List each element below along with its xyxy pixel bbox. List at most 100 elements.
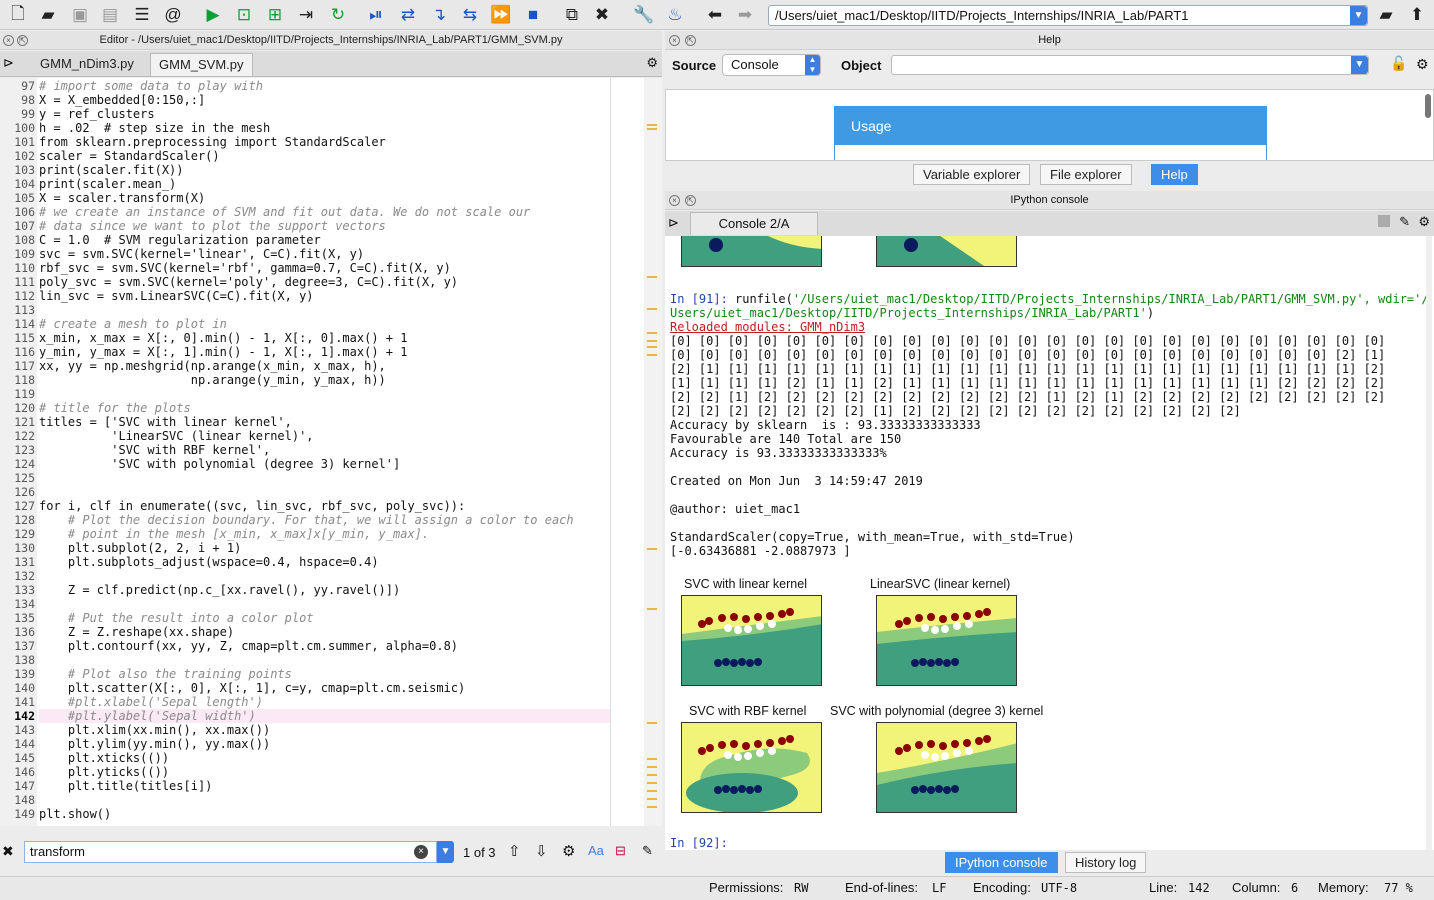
close-icon[interactable]: × [669, 35, 680, 46]
step-return-icon[interactable]: ⇆ [458, 3, 482, 27]
back-arrow-icon[interactable]: ⬅ [703, 3, 727, 27]
tab-console-2a[interactable]: Console 2/A [690, 212, 818, 235]
line-number: 115 [14, 331, 35, 345]
usage-title: Usage [835, 107, 1266, 145]
editor-title-bar: × ⇱ Editor - /Users/uiet_mac1/Desktop/II… [0, 31, 662, 50]
marker [647, 124, 657, 126]
run-cell-advance-icon[interactable]: ⊞ [263, 3, 287, 27]
step-into-icon[interactable]: ↴ [427, 3, 451, 27]
forward-arrow-icon[interactable]: ➡ [733, 3, 757, 27]
tab-gmm-ndim3[interactable]: GMM_nDim3.py [32, 53, 142, 76]
gear-icon[interactable]: ⚙ [562, 842, 575, 860]
debug-icon[interactable]: ⏯ [364, 3, 388, 27]
save-all-icon[interactable]: ▤ [98, 3, 122, 27]
at-icon[interactable]: @ [161, 3, 185, 27]
encoding-value: UTF-8 [1041, 881, 1078, 895]
undock-icon[interactable]: ⇱ [685, 195, 696, 206]
marker [647, 758, 657, 760]
console-scrollbar[interactable] [1426, 236, 1432, 850]
code-editor[interactable]: 97 98 99 100 101 102 103 104 105 106 107 108 109 110 1… [0, 78, 610, 826]
tab-variable-explorer[interactable]: Variable explorer [913, 164, 1031, 185]
gear-icon[interactable]: ⚙ [1418, 214, 1430, 230]
stop-icon[interactable] [1378, 215, 1390, 227]
line-number: 106 [14, 205, 35, 219]
highlight-icon[interactable]: ✎ [642, 843, 653, 859]
stop-icon[interactable]: ■ [521, 3, 545, 27]
code-line: #plt.ylabel('Sepal width') [39, 709, 610, 723]
undock-icon[interactable]: ⇱ [685, 35, 696, 46]
rerun-icon[interactable]: ↻ [326, 3, 350, 27]
tab-help[interactable]: Help [1151, 164, 1198, 185]
continue-icon[interactable]: ⏩ [489, 3, 513, 27]
clear-icon[interactable]: × [414, 845, 428, 859]
tab-gmm-svm[interactable]: GMM_SVM.py [150, 53, 253, 76]
line-number: 149 [14, 807, 35, 821]
line-number: 121 [14, 415, 35, 429]
code-line: # Plot the decision boundary. For that, … [39, 513, 574, 527]
lock-icon[interactable]: 🔓 [1390, 55, 1407, 72]
browse-folder-icon[interactable]: ▰ [1374, 3, 1398, 27]
chevron-down-icon[interactable]: ▼ [1351, 56, 1368, 74]
chevron-down-icon[interactable]: ▼ [1350, 6, 1367, 25]
permissions-label: Permissions: [709, 880, 784, 895]
editor-overview-ruler[interactable] [644, 78, 662, 826]
undock-icon[interactable]: ⇱ [17, 35, 28, 46]
run-selection-icon[interactable]: ⇥ [294, 3, 318, 27]
help-scrollbar[interactable] [1425, 94, 1431, 118]
line-number: 144 [14, 737, 35, 751]
wrench-icon[interactable]: 🔧 [632, 3, 656, 27]
source-select[interactable]: Console ▲ ▼ [722, 54, 821, 76]
open-folder-icon[interactable]: ▰ [36, 3, 60, 27]
accuracy-line: Accuracy is 93.33333333333333% [670, 446, 887, 460]
author-line: @author: uiet_mac1 [670, 502, 801, 516]
find-previous-icon[interactable]: ⇧ [508, 842, 521, 860]
python-icon[interactable]: ♨ [663, 3, 687, 27]
console-output[interactable]: In [91]: runfile('/Users/uiet_mac1/Deskt… [665, 236, 1434, 850]
line-number: 125 [14, 471, 35, 485]
new-file-icon[interactable]: 🗋 [6, 3, 30, 27]
tab-history-log[interactable]: History log [1065, 852, 1147, 873]
tab-file-explorer[interactable]: File explorer [1040, 164, 1132, 185]
case-sensitive-toggle[interactable]: Aa [588, 843, 604, 858]
gear-icon[interactable]: ⚙ [1416, 56, 1429, 73]
editor-scroll-area[interactable] [610, 78, 644, 826]
run-icon[interactable]: ▶ [201, 3, 225, 27]
working-directory-field[interactable]: /Users/uiet_mac1/Desktop/IITD/Projects_I… [768, 5, 1368, 26]
plot-title-4: SVC with polynomial (degree 3) kernel [830, 704, 1044, 718]
code-line: poly_svc = svm.SVC(kernel='poly', degree… [39, 275, 459, 289]
step-icon[interactable]: ⇄ [396, 3, 420, 27]
line-number: 131 [14, 555, 35, 569]
save-icon[interactable]: ▣ [68, 3, 92, 27]
line-number: 120 [14, 401, 35, 415]
command-arg: '/Users/uiet_mac1/Desktop/IITD/Projects_… [792, 292, 1429, 306]
maximize-icon[interactable]: ⧉ [560, 3, 584, 27]
browse-tabs-icon[interactable]: ⊳ [668, 215, 679, 231]
find-next-icon[interactable]: ⇩ [535, 842, 548, 860]
find-input[interactable]: transform × [24, 841, 437, 863]
console-prompt[interactable]: In [92]: [670, 836, 728, 850]
chevron-down-icon[interactable]: ▼ [437, 841, 454, 863]
code-line: # we create an instance of SVM and fit o… [39, 205, 531, 219]
code-line: plt.title(titles[i]) [39, 779, 213, 793]
find-input-value: transform [30, 844, 85, 859]
line-number: 105 [14, 191, 35, 205]
help-title-bar: × ⇱ Help [665, 31, 1434, 50]
gear-icon[interactable]: ⚙ [646, 55, 658, 71]
line-number: 112 [14, 289, 35, 303]
eraser-icon[interactable]: ✎ [1399, 214, 1410, 230]
close-icon[interactable]: × [669, 195, 680, 206]
list-icon[interactable]: ☰ [130, 3, 154, 27]
fullscreen-icon[interactable]: ✖ [590, 3, 614, 27]
close-icon[interactable]: × [3, 35, 14, 46]
line-number: 129 [14, 527, 35, 541]
close-find-icon[interactable]: ✖ [2, 843, 14, 860]
whole-word-icon[interactable]: ⊟ [615, 843, 626, 859]
object-field[interactable]: ▼ [891, 55, 1369, 75]
tab-ipython-console[interactable]: IPython console [945, 852, 1058, 873]
run-cell-icon[interactable]: ⊡ [232, 3, 256, 27]
marker [647, 790, 657, 792]
file-browse-icon[interactable]: ⊳ [3, 55, 14, 71]
code-line: 'LinearSVC (linear kernel)', [39, 429, 314, 443]
help-title: Help [1038, 34, 1061, 46]
parent-dir-icon[interactable]: ⬆ [1405, 3, 1429, 27]
